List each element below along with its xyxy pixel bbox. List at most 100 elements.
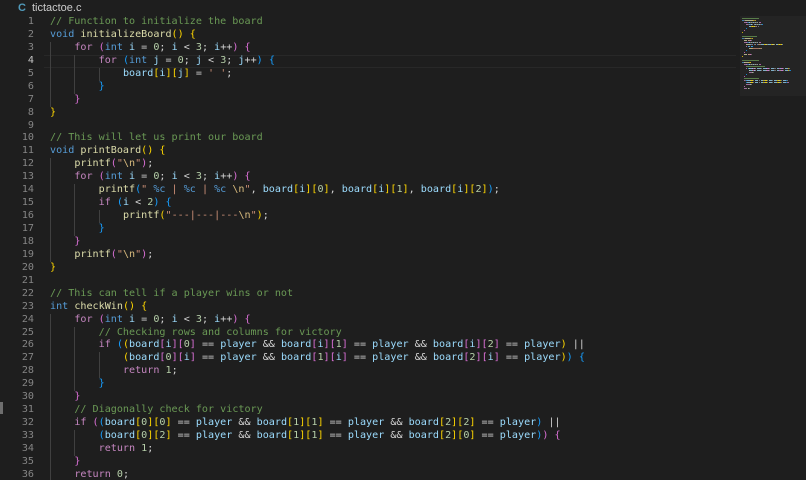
code-token: // Checking rows and columns for victory [98, 326, 342, 338]
code-line[interactable]: 27 (board[0][i] == player && board[1][i] … [0, 352, 740, 366]
code-line[interactable]: 12 printf("\n"); [0, 158, 740, 172]
indent-guide [50, 404, 51, 418]
code-token: ; [201, 313, 215, 325]
code-line[interactable]: 9 [0, 120, 740, 133]
code-line[interactable]: 22 // This can tell if a player wins or n… [0, 288, 740, 301]
code-token: } [50, 106, 57, 118]
code-line[interactable]: 28 return 1; [0, 365, 740, 379]
code-line[interactable]: 19 printf("\n"); [0, 248, 740, 262]
code-token: void [50, 28, 75, 40]
line-number: 28 [21, 365, 34, 377]
minimap-token [786, 80, 788, 81]
indent-guide [50, 197, 51, 211]
code-line[interactable]: 11 void printBoard() { [0, 145, 740, 158]
code-line[interactable]: 30} [0, 391, 740, 405]
code-token: == [323, 417, 348, 429]
code-token: && [384, 417, 409, 429]
minimap-token [742, 36, 758, 37]
code-token: == [347, 352, 373, 364]
line-number: 24 [21, 313, 34, 325]
code-line[interactable]: 2 void initializeBoard() { [0, 29, 740, 42]
line-number: 33 [21, 430, 34, 441]
code-line[interactable]: 16 printf("---|---|---\n"); [0, 210, 740, 223]
code-token: && [256, 352, 281, 364]
code-token: // This can tell if a player wins or not [50, 287, 294, 299]
code-line[interactable]: 25 // Checking rows and columns for victo… [0, 326, 740, 340]
code-token: { [244, 313, 251, 325]
code-line[interactable]: 17} [0, 223, 740, 236]
code-line[interactable]: 24 for (int i = 0; i < 3; i++) { [0, 313, 740, 327]
code-token: printf [98, 184, 136, 196]
code-text: } [74, 456, 80, 469]
code-token: && [384, 430, 409, 441]
code-line[interactable]: 8} [0, 107, 740, 120]
code-line[interactable]: 35} [0, 455, 740, 469]
minimap-token [759, 64, 761, 65]
code-text: } [50, 107, 56, 120]
code-text: return 1; [99, 443, 154, 456]
code-text: for (int j = 0; j < 3; j++) { [99, 55, 275, 68]
code-token: } [98, 223, 105, 234]
minimap-token [754, 26, 756, 27]
line-number: 3 [27, 41, 34, 53]
line-number: 18 [21, 235, 34, 247]
code-line[interactable]: 23 int checkWin() { [0, 301, 740, 314]
code-text: for (int i = 0; i < 3; i++) { [74, 42, 250, 55]
line-number: 8 [27, 106, 34, 118]
code-text: } [50, 262, 56, 275]
code-line[interactable]: 31 // Diagonally check for victory [0, 404, 740, 418]
code-token: && [408, 352, 433, 364]
line-number: 25 [21, 326, 34, 338]
code-token: board [262, 184, 294, 196]
indent-guide [50, 210, 51, 223]
code-line[interactable]: 7} [0, 93, 740, 107]
code-line[interactable]: 34 return 1; [0, 442, 740, 456]
code-token: ; [226, 67, 233, 79]
code-token: %c [214, 184, 227, 196]
code-token: return [98, 442, 136, 454]
minimap-token [744, 52, 745, 53]
line-number: 19 [21, 248, 34, 260]
code-editor[interactable]: 1 // Function to initialize the board 2 voi… [0, 16, 740, 480]
code-line[interactable]: 5 board[i][j] = ' '; [0, 67, 740, 81]
line-number: 6 [27, 80, 34, 92]
breadcrumb-file-name[interactable]: tictactoe.c [32, 2, 82, 14]
code-line[interactable]: 14 printf(" %c | %c | %c \n", board[i][0]… [0, 184, 740, 198]
code-line[interactable]: 36 return 0; [0, 468, 740, 480]
code-line[interactable]: 6} [0, 80, 740, 94]
code-line[interactable]: 13 for (int i = 0; i < 3; i++) { [0, 171, 740, 185]
code-token: for [98, 54, 117, 66]
code-line[interactable]: 21 [0, 275, 740, 288]
code-line[interactable]: 4 for (int j = 0; j < 3; j++) { [0, 54, 740, 68]
minimap-token [766, 80, 768, 81]
code-line[interactable]: 33 (board[0][2] == player && board[1][1] … [0, 430, 740, 443]
minimap-token [751, 24, 753, 25]
code-line[interactable]: 10 // This will let us print our board [0, 132, 740, 145]
code-line[interactable]: 29} [0, 378, 740, 392]
code-line[interactable]: 18} [0, 235, 740, 249]
code-text: } [99, 378, 105, 391]
code-token: " [141, 184, 154, 196]
code-token: player [347, 430, 385, 441]
code-line[interactable]: 32 if ((board[0][0] == player && board[1]… [0, 417, 740, 430]
code-token: } [74, 235, 81, 247]
indent-guide [50, 223, 51, 236]
code-line[interactable]: 3 for (int i = 0; i < 3; i++) { [0, 41, 740, 55]
code-line[interactable]: 15 if (i < 2) { [0, 197, 740, 211]
code-token: == [195, 339, 221, 351]
code-line[interactable]: 20} [0, 262, 740, 275]
minimap-token [751, 38, 753, 39]
code-token: board [420, 184, 452, 196]
code-token: < [129, 197, 148, 209]
minimap-token [787, 82, 789, 83]
code-token: // This will let us print our board [50, 132, 263, 144]
code-line[interactable]: 26 if ((board[i][0] == player && board[i]… [0, 339, 740, 353]
code-token: = [135, 41, 154, 53]
minimap-token [780, 80, 782, 81]
code-token: { [165, 197, 172, 209]
minimap-token [744, 86, 745, 87]
code-token: = [189, 67, 209, 79]
code-token: == [195, 352, 221, 364]
minimap[interactable] [740, 16, 806, 480]
code-line[interactable]: 1 // Function to initialize the board [0, 16, 740, 29]
